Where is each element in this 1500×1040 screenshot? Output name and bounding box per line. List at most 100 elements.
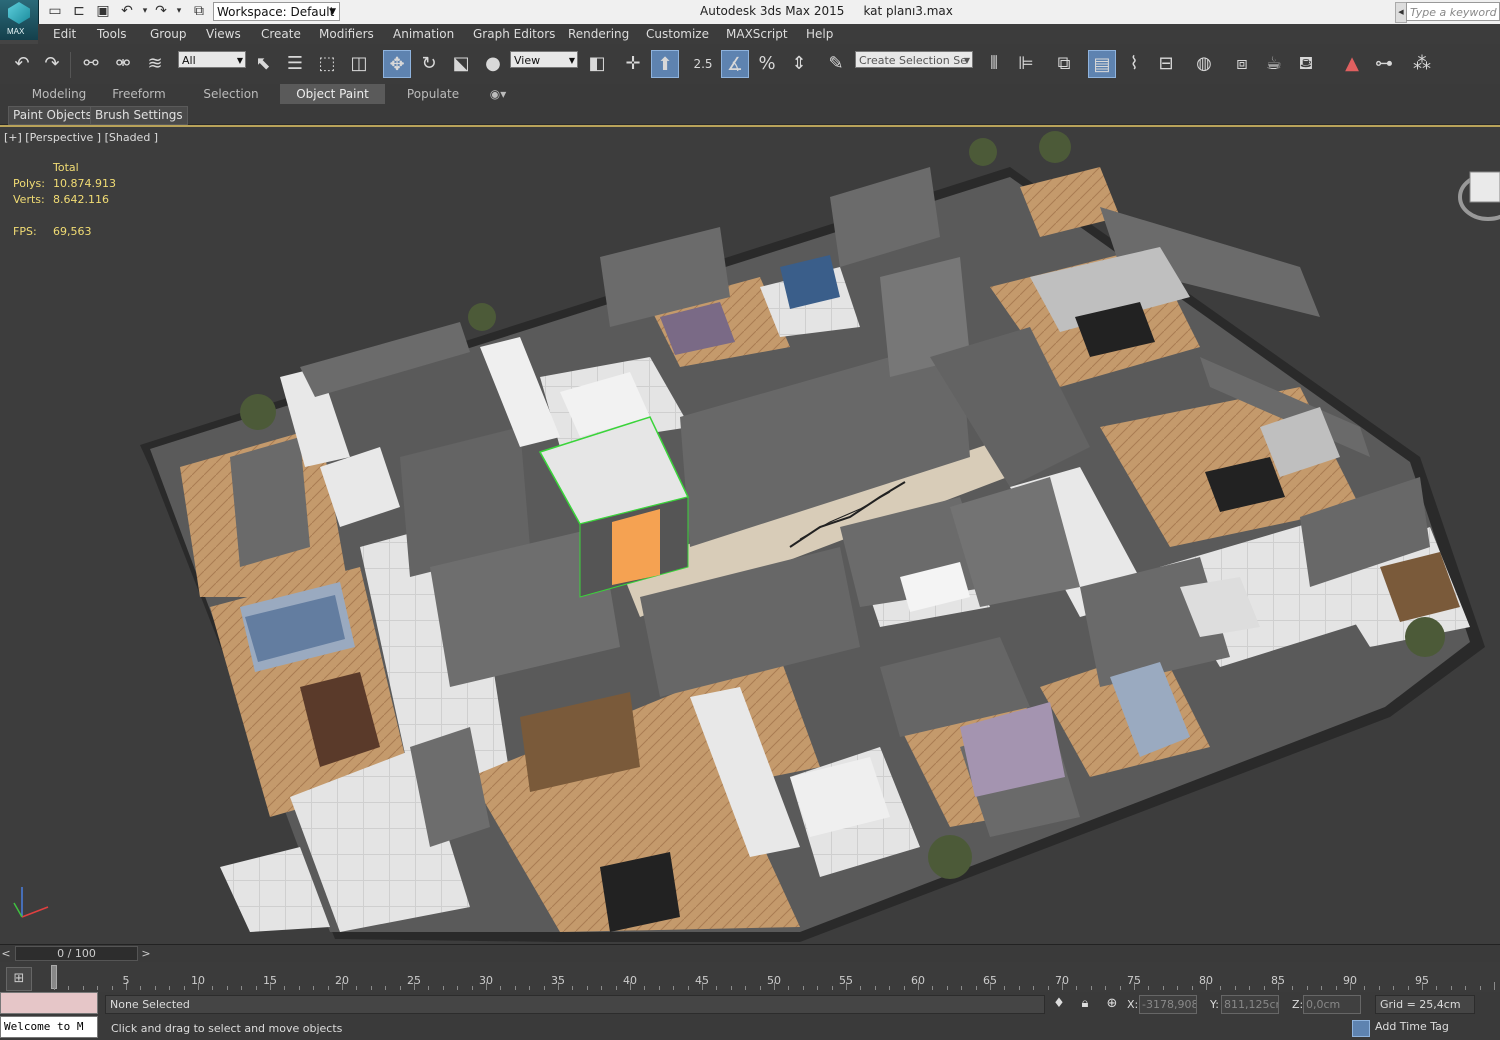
timeline-ruler[interactable]: 5 10 15 20 25 30 35 40 45 50 55 60 65 70 75 80 85 90 95 [46,962,1500,992]
timeline-tick [1479,986,1481,990]
named-selection-dropdown[interactable]: Create Selection Se ▼ [855,51,973,68]
timeline-tick [54,982,55,990]
menu-create[interactable]: Create [261,27,301,41]
menu-maxscript[interactable]: MAXScript [726,27,788,41]
timeline-tick [529,986,531,990]
save-icon[interactable]: ▣ [94,3,112,20]
selection-filter-dropdown[interactable]: All ▼ [178,51,246,68]
timeline-tick [1033,986,1035,990]
next-frame-button[interactable]: > [140,946,152,961]
menu-animation[interactable]: Animation [393,27,454,41]
select-object-icon[interactable]: ⬉ [249,50,277,78]
x-coordinate-field[interactable]: -3178,908 [1139,995,1197,1014]
schematic-view-icon[interactable]: ⊟ [1152,50,1180,78]
timeline-tick-label: 65 [983,974,997,987]
absolute-mode-icon[interactable]: ⊕ [1103,995,1121,1013]
menu-customize[interactable]: Customize [646,27,709,41]
add-time-tag-icon[interactable] [1352,1020,1370,1037]
maxscript-listener-output[interactable] [0,992,98,1014]
material-editor-icon[interactable]: ◍ [1190,50,1218,78]
redo-icon[interactable]: ↷ [152,3,170,20]
bind-space-warp-icon[interactable]: ≋ [141,50,169,78]
link-icon[interactable]: ⚯ [77,50,105,78]
menu-modifiers[interactable]: Modifiers [319,27,374,41]
undo-icon[interactable]: ↶ [8,50,36,78]
civil-view-icon[interactable]: ▲ [1338,50,1366,78]
mirror-icon[interactable]: ⫴ [980,50,1008,78]
perspective-viewport[interactable]: [+] [Perspective ] [Shaded ] Total Polys… [0,127,1500,944]
maxscript-listener-input[interactable]: Welcome to M [0,1016,98,1038]
time-slider-thumb[interactable]: 0 / 100 [15,946,138,961]
menu-edit[interactable]: Edit [53,27,76,41]
select-and-scale-icon[interactable]: ⬕ [447,50,475,78]
timeline-tick [730,986,732,990]
align-icon[interactable]: ⊫ [1012,50,1040,78]
search-input[interactable]: Type a keyword or [1406,2,1500,21]
previous-frame-button[interactable]: < [0,946,12,961]
menu-rendering[interactable]: Rendering [568,27,629,41]
menu-help[interactable]: Help [806,27,833,41]
workspace-label: Workspace: Default [217,5,335,19]
rendered-frame-window-icon[interactable]: ☕ [1260,50,1288,78]
angle-snap-icon[interactable]: ∡ [721,50,749,78]
render-setup-icon[interactable]: ⧈ [1228,50,1256,78]
menu-group[interactable]: Group [150,27,187,41]
layer-manager-icon[interactable]: ⧉ [1050,50,1078,78]
menu-tools[interactable]: Tools [97,27,127,41]
timeline-tick-label: 35 [551,974,565,987]
edit-named-selection-icon[interactable]: ✎ [822,50,850,78]
menu-graph-editors[interactable]: Graph Editors [473,27,555,41]
add-time-tag-label[interactable]: Add Time Tag [1375,1020,1449,1033]
ribbon-options-icon[interactable]: ◉▾ [484,84,512,104]
menu-views[interactable]: Views [206,27,241,41]
tab-modeling[interactable]: Modeling [20,84,98,104]
timeline-tick [1321,986,1323,990]
timeline-tick [1306,986,1308,990]
spinner-snap-icon[interactable]: ⇕ [785,50,813,78]
track-bar[interactable]: ⊞ 5 10 15 20 25 30 35 40 45 50 55 60 65 70 75 80 85 90 95 [0,962,1500,992]
particle-view-icon[interactable]: ⁂ [1408,50,1436,78]
project-folder-icon[interactable]: ⧉ [190,3,208,20]
tab-populate[interactable]: Populate [394,84,472,104]
reference-coordinate-dropdown[interactable]: View ▼ [510,51,578,68]
rectangular-selection-icon[interactable]: ⬚ [313,50,341,78]
y-coordinate-field[interactable]: 811,125cm [1221,995,1279,1014]
manipulate-icon[interactable]: ✛ [619,50,647,78]
z-coordinate-field[interactable]: 0,0cm [1303,995,1361,1014]
timeline-tick [471,986,473,990]
redo-icon[interactable]: ↷ [38,50,66,78]
fps-value: 69,563 [53,225,92,238]
time-slider[interactable]: < 0 / 100 > [0,944,1500,963]
snaps-toggle-icon[interactable]: 2.5 [689,50,717,78]
select-and-move-icon[interactable]: ✥ [383,50,411,78]
x-label: X: [1127,998,1139,1011]
ribbon-toggle-icon[interactable]: ▤ [1088,50,1116,78]
mini-curve-editor-icon[interactable]: ⊞ [6,967,32,991]
percent-snap-icon[interactable]: % [753,50,781,78]
render-production-icon[interactable]: ⛾ [1292,50,1320,78]
tab-selection[interactable]: Selection [192,84,270,104]
keyboard-shortcut-override-icon[interactable]: ⬆ [651,50,679,78]
tab-object-paint[interactable]: Object Paint [280,84,385,104]
paint-objects-button[interactable]: Paint Objects [8,106,97,125]
brush-settings-button[interactable]: Brush Settings [90,106,188,125]
curve-editor-icon[interactable]: ⌇ [1120,50,1148,78]
pivot-center-icon[interactable]: ◧ [583,50,611,78]
selection-lock-icon[interactable]: 🔒︎ [1076,995,1094,1013]
measure-icon[interactable]: ⊶ [1370,50,1398,78]
application-menu-button[interactable]: MAX [0,0,39,40]
new-file-icon[interactable]: ▭ [46,3,64,20]
undo-icon[interactable]: ↶ [118,3,136,20]
viewport-label[interactable]: [+] [Perspective ] [Shaded ] [4,131,158,144]
open-file-icon[interactable]: ⊏ [70,3,88,20]
redo-dropdown-icon[interactable]: ▾ [170,3,188,20]
window-crossing-icon[interactable]: ◫ [345,50,373,78]
timeline-tick [1292,986,1294,990]
workspace-dropdown[interactable]: Workspace: Default ▼ [213,2,340,21]
tab-freeform[interactable]: Freeform [100,84,178,104]
unlink-icon[interactable]: ⚮ [109,50,137,78]
isolate-selection-icon[interactable]: ♦ [1050,995,1068,1013]
select-by-name-icon[interactable]: ☰ [281,50,309,78]
select-and-rotate-icon[interactable]: ↻ [415,50,443,78]
select-and-place-icon[interactable]: ● [479,50,507,78]
